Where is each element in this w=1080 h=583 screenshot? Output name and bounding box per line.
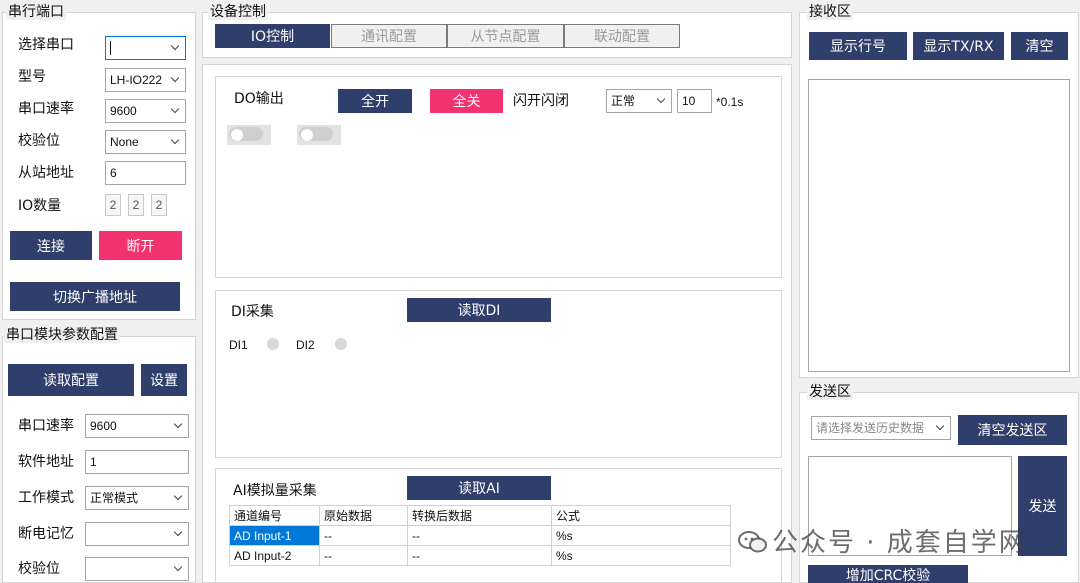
chevron-down-icon [174, 415, 184, 437]
ai-table-header: 通道编号 原始数据 转换后数据 公式 [229, 505, 731, 526]
wechat-icon [738, 531, 767, 553]
chevron-down-icon [174, 558, 184, 580]
tab-slave-node-config[interactable]: 从节点配置 [447, 24, 564, 48]
model-dropdown[interactable]: LH-IO222 [105, 68, 186, 92]
ai-table: 通道编号 原始数据 转换后数据 公式 AD Input-1 -- -- %s A… [229, 505, 731, 566]
watermark-text: 公众号 · 成套自学网 [772, 528, 1027, 558]
module-baud-dropdown[interactable]: 9600 [85, 414, 189, 438]
flash-interval-input[interactable]: 10 [677, 89, 712, 113]
read-di-button[interactable]: 读取DI [407, 298, 551, 322]
table-cell[interactable]: AD Input-2 [229, 545, 320, 566]
slave-address-label: 从站地址 [18, 165, 74, 181]
send-title: 发送区 [807, 384, 853, 400]
table-cell[interactable]: -- [407, 525, 552, 546]
switch-broadcast-button[interactable]: 切换广播地址 [10, 282, 180, 311]
di2-label: DI2 [296, 338, 315, 352]
soft-address-input[interactable]: 1 [85, 450, 189, 474]
show-line-number-button[interactable]: 显示行号 [809, 32, 907, 60]
flash-mode-value: 正常 [611, 94, 636, 108]
select-port-dropdown[interactable] [105, 36, 186, 60]
table-row[interactable]: AD Input-1 -- -- %s [229, 525, 731, 546]
clear-send-button[interactable]: 清空发送区 [958, 415, 1067, 445]
di2-indicator [335, 338, 347, 350]
io-count-box-1: 2 [105, 194, 121, 216]
clear-receive-button[interactable]: 清空 [1011, 32, 1068, 60]
col-formula: 公式 [551, 505, 731, 526]
module-baud-value: 9600 [90, 419, 117, 433]
di1-label: DI1 [229, 338, 248, 352]
do2-toggle[interactable] [297, 125, 341, 145]
power-memory-label: 断电记忆 [18, 526, 74, 542]
chevron-down-icon [657, 90, 667, 112]
chevron-down-icon [171, 69, 181, 91]
chevron-down-icon [171, 37, 181, 59]
tab-comm-config[interactable]: 通讯配置 [331, 24, 447, 48]
table-cell[interactable]: AD Input-1 [229, 525, 320, 546]
connect-button[interactable]: 连接 [10, 231, 92, 260]
work-mode-value: 正常模式 [90, 491, 139, 505]
parity-value: None [110, 135, 139, 149]
module-parity-dropdown[interactable] [85, 557, 189, 581]
all-off-button[interactable]: 全关 [430, 89, 503, 113]
text-caret [110, 41, 111, 55]
soft-address-label: 软件地址 [18, 454, 74, 470]
col-channel: 通道编号 [229, 505, 320, 526]
di1-indicator [267, 338, 279, 350]
select-port-label: 选择串口 [18, 37, 74, 53]
send-history-placeholder: 请选择发送历史数据 [816, 421, 925, 435]
chevron-down-icon [936, 417, 946, 439]
disconnect-button[interactable]: 断开 [99, 231, 182, 260]
flash-label: 闪开闪闭 [513, 93, 569, 109]
table-cell[interactable]: -- [319, 525, 408, 546]
chevron-down-icon [174, 523, 184, 545]
col-converted: 转换后数据 [407, 505, 552, 526]
slave-address-input[interactable]: 6 [105, 161, 186, 185]
table-row[interactable]: AD Input-2 -- -- %s [229, 545, 731, 566]
do1-toggle[interactable] [227, 125, 271, 145]
work-mode-dropdown[interactable]: 正常模式 [85, 486, 189, 510]
di-collection-label: DI采集 [231, 304, 274, 320]
chevron-down-icon [171, 100, 181, 122]
tab-linkage-config[interactable]: 联动配置 [564, 24, 680, 48]
do-output-label: DO输出 [234, 91, 284, 107]
io-count-label: IO数量 [18, 198, 62, 214]
serial-port-title: 串行端口 [6, 4, 66, 20]
read-ai-button[interactable]: 读取AI [407, 476, 551, 500]
parity-label: 校验位 [18, 133, 60, 149]
module-baud-label: 串口速率 [18, 418, 74, 434]
flash-mode-dropdown[interactable]: 正常 [606, 89, 672, 113]
tab-io-control[interactable]: IO控制 [215, 24, 330, 48]
model-label: 型号 [18, 69, 46, 85]
baud-label: 串口速率 [18, 101, 74, 117]
set-config-button[interactable]: 设置 [141, 364, 187, 396]
io-count-box-2: 2 [128, 194, 144, 216]
power-memory-dropdown[interactable] [85, 522, 189, 546]
ai-collection-label: AI模拟量采集 [233, 483, 317, 499]
chevron-down-icon [174, 487, 184, 509]
col-raw: 原始数据 [319, 505, 408, 526]
add-crc-button[interactable]: 增加CRC校验 [808, 565, 968, 583]
send-history-dropdown[interactable]: 请选择发送历史数据 [811, 416, 951, 440]
parity-dropdown[interactable]: None [105, 130, 186, 154]
module-parity-label: 校验位 [18, 561, 60, 577]
receive-title: 接收区 [807, 4, 853, 20]
table-cell[interactable]: -- [407, 545, 552, 566]
module-config-title: 串口模块参数配置 [4, 327, 120, 343]
work-mode-label: 工作模式 [18, 490, 74, 506]
io-count-box-3: 2 [151, 194, 167, 216]
baud-value: 9600 [110, 104, 137, 118]
chevron-down-icon [171, 131, 181, 153]
model-value: LH-IO222 [110, 73, 163, 87]
receive-textarea[interactable] [808, 79, 1070, 372]
device-control-title: 设备控制 [208, 4, 268, 20]
table-cell[interactable]: -- [319, 545, 408, 566]
baud-dropdown[interactable]: 9600 [105, 99, 186, 123]
read-config-button[interactable]: 读取配置 [8, 364, 134, 396]
show-txrx-button[interactable]: 显示TX/RX [913, 32, 1004, 60]
table-cell[interactable]: %s [551, 545, 731, 566]
flash-interval-unit: *0.1s [716, 95, 744, 109]
table-cell[interactable]: %s [551, 525, 731, 546]
all-on-button[interactable]: 全开 [338, 89, 412, 113]
